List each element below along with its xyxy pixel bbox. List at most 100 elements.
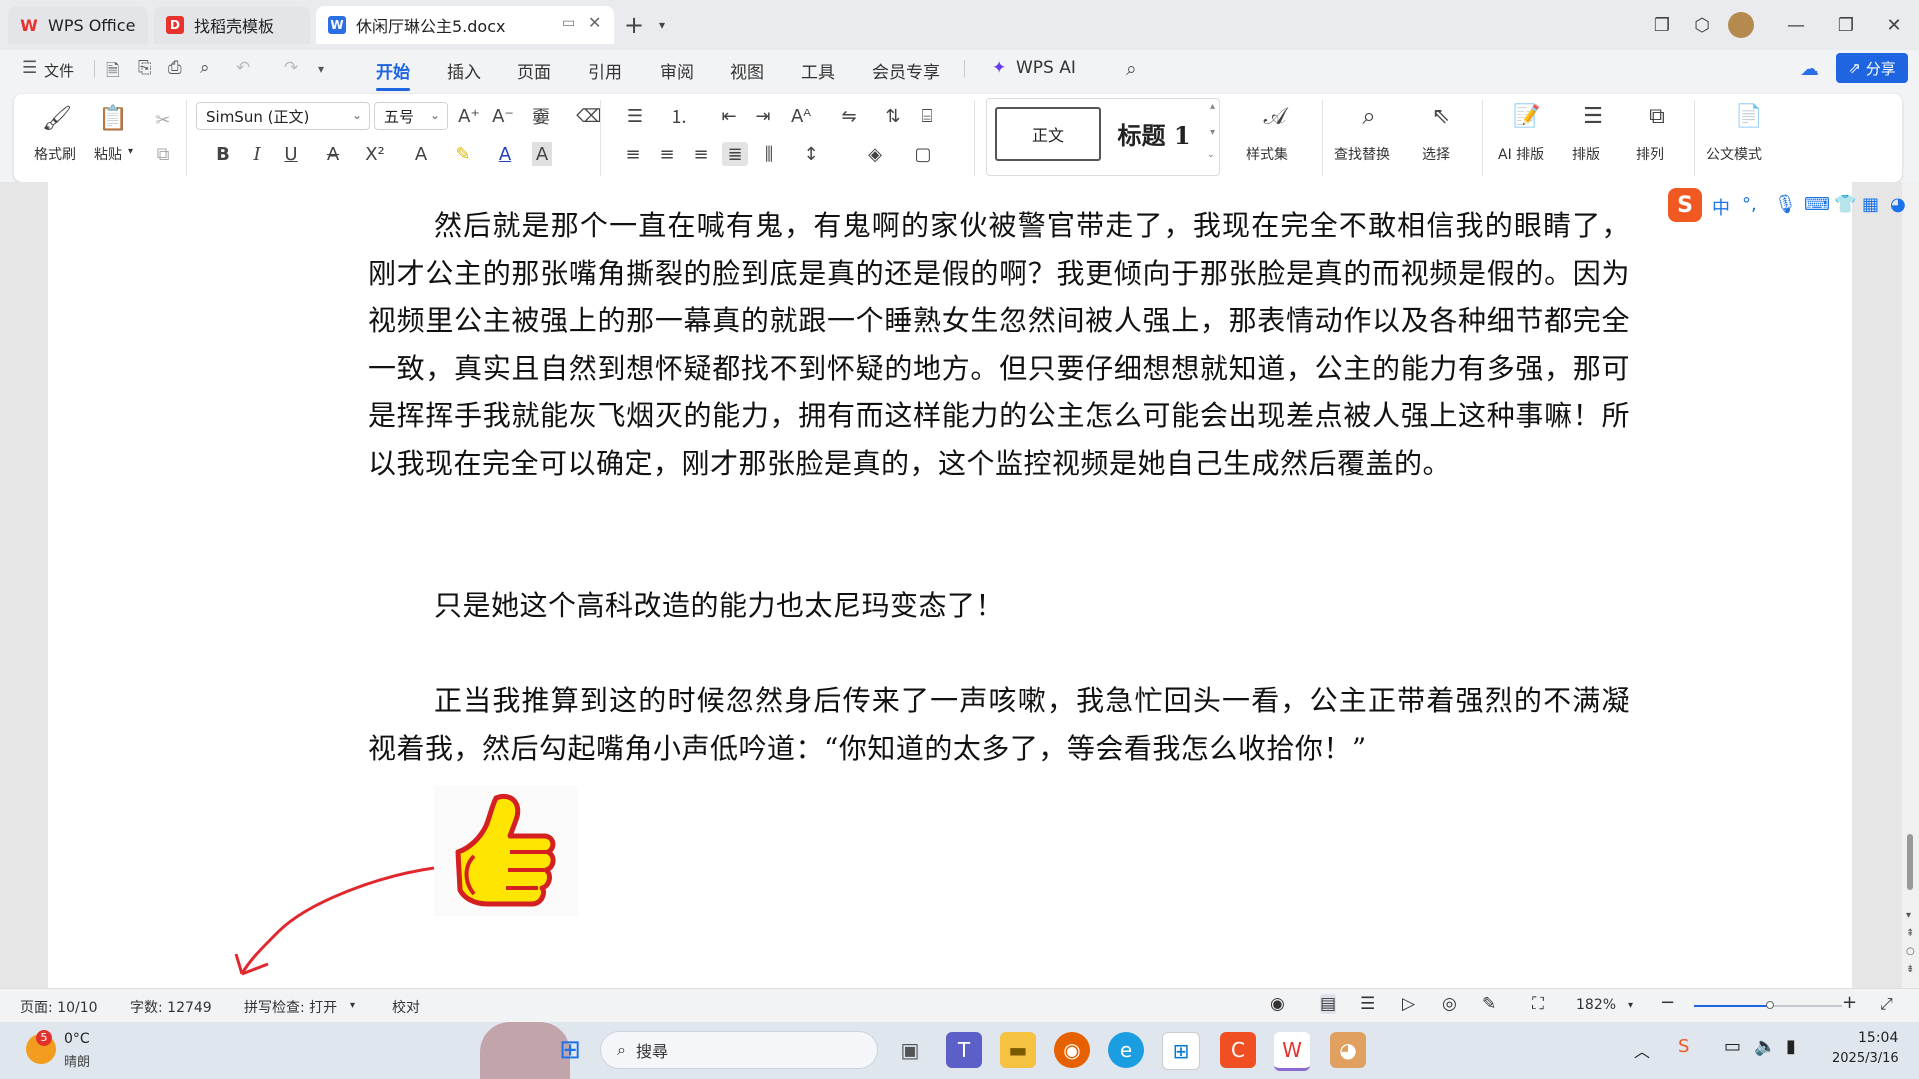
phonetic-guide-icon[interactable]: 嫑 (528, 104, 554, 128)
microphone-icon[interactable]: 🎙 (1774, 194, 1797, 215)
highlight-icon[interactable]: ✎ (450, 142, 476, 166)
taskbar-search[interactable]: ⌕ 搜尋 (600, 1031, 878, 1069)
align-left-icon[interactable]: ≡ (620, 142, 646, 166)
quick-access-chevron-icon[interactable]: ▾ (318, 62, 324, 76)
close-tab-icon[interactable]: ✕ (588, 13, 601, 32)
sogou-ime-icon[interactable]: S (1668, 188, 1702, 222)
distributed-align-icon[interactable]: ⫼ (756, 142, 782, 166)
redo-icon[interactable]: ↷ (284, 58, 298, 78)
print-preview-icon[interactable]: ⌕ (200, 58, 210, 78)
restore-icon[interactable]: ❐ (1832, 12, 1860, 38)
firefox-icon[interactable]: ◉ (1054, 1032, 1090, 1068)
microsoft-store-icon[interactable]: ⊞ (1162, 1032, 1200, 1070)
share-button[interactable]: ⇗ 分享 (1836, 53, 1908, 83)
cloud-upload-icon[interactable]: ☁ (1800, 58, 1819, 80)
font-color-icon[interactable]: A (492, 142, 518, 166)
search-icon[interactable]: ⌕ (1126, 58, 1137, 80)
chevron-down-icon[interactable]: ▾ (350, 1000, 355, 1011)
font-name-select[interactable]: SimSun (正文) ⌄ (196, 102, 370, 130)
toolbox-icon[interactable]: ▦ (1862, 194, 1879, 215)
new-tab-icon[interactable]: + (620, 11, 648, 39)
play-icon[interactable]: ▷ (1402, 994, 1415, 1014)
prev-page-icon[interactable]: ⇞ (1906, 928, 1914, 939)
font-size-select[interactable]: 五号 ⌄ (374, 102, 448, 130)
paste-chevron-icon[interactable]: ▾ (128, 146, 133, 157)
tab-docer-templates[interactable]: D 找稻壳模板 (154, 6, 310, 44)
paragraph[interactable]: 只是她这个高科改造的能力也太尼玛变态了！ (368, 582, 1630, 630)
menu-wps-ai[interactable]: WPS AI (1016, 58, 1076, 78)
align-center-icon[interactable]: ≡ (654, 142, 680, 166)
paragraph[interactable]: 然后就是那个一直在喊有鬼，有鬼啊的家伙被警官带走了，我现在完全不敢相信我的眼睛了… (368, 202, 1630, 487)
decrease-indent-icon[interactable]: ⇤ (716, 104, 742, 128)
battery-icon[interactable]: ▮ (1786, 1036, 1796, 1057)
show-marks-icon[interactable]: ⌸ (914, 104, 940, 128)
shiba-app-icon[interactable]: ◕ (1330, 1032, 1366, 1068)
volume-icon[interactable]: 🔈 (1754, 1036, 1776, 1057)
paragraph-shading-icon[interactable]: ◈ (862, 142, 888, 166)
expand-icon[interactable]: ⌄ (1207, 149, 1215, 160)
hamburger-icon[interactable]: ☰ (22, 58, 37, 78)
vertical-scrollbar[interactable]: ▾ ⇞ ○ ⇟ (1902, 182, 1919, 988)
tab-wps-office[interactable]: W WPS Office (8, 6, 148, 44)
weather-temp[interactable]: 0°C (64, 1031, 90, 1047)
eye-protection-icon[interactable]: ◉ (1270, 994, 1285, 1014)
paste-button[interactable]: 粘贴 (94, 144, 122, 164)
borders-icon[interactable]: ▢ (910, 142, 936, 166)
bold-button[interactable]: B (210, 142, 236, 166)
cube-icon[interactable]: ⬡ (1688, 12, 1716, 38)
tab-document[interactable]: W 休闲厅琳公主5.docx ▭ ✕ (316, 6, 614, 44)
menu-review[interactable]: 审阅 (660, 58, 694, 83)
minimize-icon[interactable]: — (1782, 12, 1810, 38)
fit-page-icon[interactable]: ⛶ (1532, 994, 1544, 1014)
chevron-down-icon[interactable]: ▾ (1628, 1000, 1633, 1011)
menu-membership[interactable]: 会员专享 (872, 58, 940, 83)
style-heading-1[interactable]: 标题 1 (1109, 113, 1199, 153)
tray-chevron-icon[interactable]: ︿ (1634, 1038, 1650, 1062)
menu-insert[interactable]: 插入 (447, 58, 481, 83)
file-explorer-icon[interactable]: ▬ (1000, 1032, 1036, 1068)
justify-icon[interactable]: ≣ (722, 142, 748, 166)
outline-view-icon[interactable]: ☰ (1360, 994, 1375, 1014)
pen-icon[interactable]: ✎ (1482, 994, 1496, 1014)
export-icon[interactable]: ⎘ (138, 58, 152, 78)
change-case-icon[interactable]: Aᴬ (788, 104, 814, 128)
skin-icon[interactable]: 👕 (1834, 194, 1856, 215)
grow-font-icon[interactable]: A⁺ (456, 104, 482, 128)
char-shading-icon[interactable]: A (532, 142, 552, 166)
arrange-button[interactable]: 排列 (1636, 144, 1664, 164)
underline-button[interactable]: U (278, 142, 304, 166)
proofread-button[interactable]: 校对 (392, 997, 420, 1017)
zoom-out-icon[interactable]: − (1660, 992, 1675, 1013)
task-view-icon[interactable]: ▣ (892, 1032, 928, 1068)
copy-icon[interactable]: ⧉ (150, 142, 176, 166)
scroll-down-icon[interactable]: ▾ (1210, 127, 1215, 138)
align-right-icon[interactable]: ≡ (688, 142, 714, 166)
thumbs-up-image[interactable] (434, 786, 578, 916)
scrollbar-thumb[interactable] (1907, 834, 1913, 890)
increase-indent-icon[interactable]: ⇥ (750, 104, 776, 128)
numbered-list-icon[interactable]: ⒈ (666, 104, 692, 128)
text-direction-icon[interactable]: ⇋ (836, 104, 862, 128)
clock-date[interactable]: 2025/3/16 (1832, 1051, 1899, 1066)
page-indicator[interactable]: 页面: 10/10 (20, 997, 98, 1017)
print-icon[interactable]: ⎙ (168, 58, 182, 78)
spell-check-toggle[interactable]: 拼写检查: 打开 (244, 997, 337, 1017)
windows-start-icon[interactable]: ⊞ (552, 1032, 588, 1068)
line-spacing-icon[interactable]: ↕ (798, 142, 824, 166)
text-effect-icon[interactable]: A (408, 142, 434, 166)
scroll-down-icon[interactable]: ▾ (1906, 910, 1911, 921)
official-mode-button[interactable]: 公文模式 (1706, 144, 1762, 164)
c-app-icon[interactable]: C (1220, 1032, 1256, 1068)
italic-button[interactable]: I (244, 142, 270, 166)
undo-icon[interactable]: ↶ (236, 58, 250, 78)
avatar[interactable] (1728, 12, 1754, 38)
network-icon[interactable]: ▭ (1724, 1036, 1741, 1057)
superscript-icon[interactable]: X² (362, 142, 388, 166)
scroll-up-icon[interactable]: ▴ (1210, 101, 1215, 112)
clock-time[interactable]: 15:04 (1858, 1030, 1898, 1046)
menu-page[interactable]: 页面 (517, 58, 551, 83)
browse-object-icon[interactable]: ○ (1906, 946, 1915, 957)
sort-icon[interactable]: ⇅ (880, 104, 906, 128)
word-count[interactable]: 字数: 12749 (130, 997, 212, 1017)
document-page[interactable]: 然后就是那个一直在喊有鬼，有鬼啊的家伙被警官带走了，我现在完全不敢相信我的眼睛了… (48, 182, 1852, 988)
